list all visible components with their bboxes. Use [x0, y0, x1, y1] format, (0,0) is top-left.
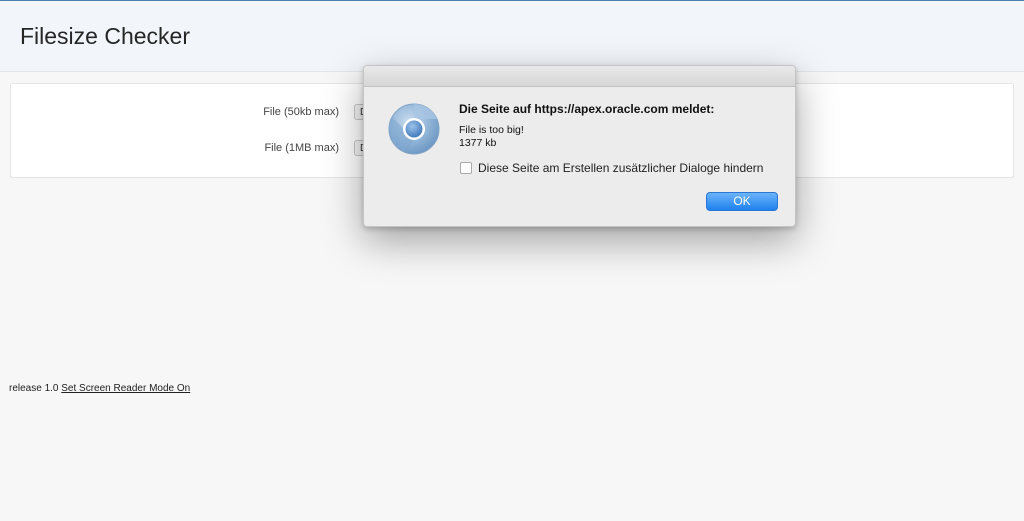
file-50kb-label: File (50kb max) — [263, 106, 339, 118]
page-title: Filesize Checker — [20, 23, 190, 49]
suppress-dialogs-row[interactable]: Diese Seite am Erstellen zusätzlicher Di… — [460, 161, 763, 175]
alert-dialog: Die Seite auf https://apex.oracle.com me… — [363, 65, 796, 227]
screen-reader-link[interactable]: Set Screen Reader Mode On — [61, 383, 190, 394]
page-footer: release 1.0 Set Screen Reader Mode On — [9, 383, 190, 394]
dialog-message: File is too big! 1377 kb — [459, 124, 524, 150]
release-text: release 1.0 — [9, 383, 59, 394]
chrome-icon — [388, 103, 440, 155]
app-window: Filesize Checker File (50kb max) D File … — [0, 0, 1024, 521]
suppress-dialogs-checkbox[interactable] — [460, 162, 472, 174]
file-1mb-label: File (1MB max) — [264, 142, 339, 154]
dialog-heading: Die Seite auf https://apex.oracle.com me… — [459, 102, 715, 116]
dialog-message-line1: File is too big! — [459, 124, 524, 136]
dialog-message-line2: 1377 kb — [459, 137, 497, 149]
ok-button[interactable]: OK — [706, 192, 778, 211]
page-header: Filesize Checker — [0, 1, 1024, 72]
suppress-dialogs-label: Diese Seite am Erstellen zusätzlicher Di… — [478, 161, 764, 175]
dialog-titlebar[interactable] — [364, 66, 795, 87]
